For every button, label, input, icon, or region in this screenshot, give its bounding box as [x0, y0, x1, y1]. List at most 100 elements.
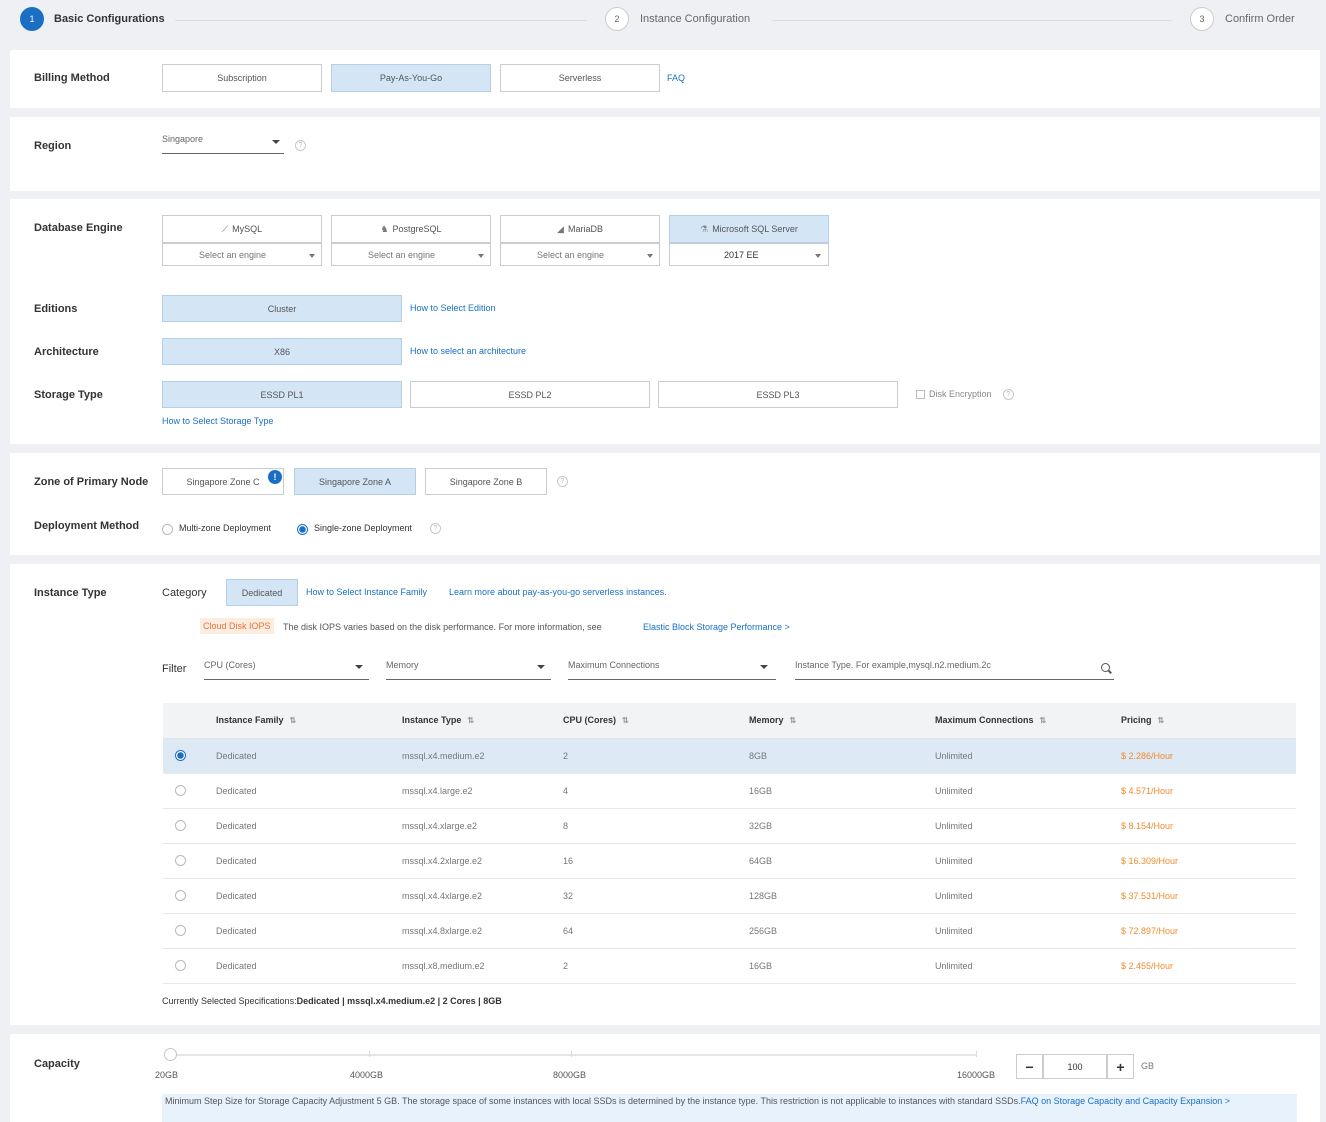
cell-connections: Unlimited — [935, 878, 1121, 914]
zone-c-button[interactable]: Singapore Zone C — [162, 468, 284, 495]
filter-icon[interactable]: ⇅ — [467, 716, 474, 725]
capacity-slider-handle[interactable] — [164, 1048, 177, 1061]
cell-cpu: 8 — [563, 808, 749, 844]
billing-payg-button[interactable]: Pay-As-You-Go — [331, 64, 491, 92]
disk-encryption-checkbox[interactable] — [916, 390, 925, 399]
mysql-icon: ⟋ — [221, 223, 229, 234]
storage-help-link[interactable]: How to Select Storage Type — [162, 416, 273, 426]
instance-family-help-link[interactable]: How to Select Instance Family — [306, 587, 427, 597]
capacity-increment-button[interactable]: + — [1107, 1054, 1134, 1079]
engine-mysql-card[interactable]: ⟋ MySQL — [162, 215, 322, 243]
architecture-help-link[interactable]: How to select an architecture — [410, 346, 526, 356]
engine-name: MySQL — [232, 224, 263, 234]
row-radio[interactable] — [175, 750, 186, 762]
help-icon[interactable]: ? — [557, 476, 568, 487]
filter-label: Filter — [162, 663, 187, 675]
sort-icon[interactable]: ⇅ — [1158, 716, 1165, 725]
cell-cpu: 2 — [563, 738, 749, 774]
zone-b-button[interactable]: Singapore Zone B — [425, 468, 547, 495]
editions-label: Editions — [34, 303, 78, 315]
column-header[interactable]: CPU (Cores) ⇅ — [563, 703, 749, 739]
filter-icon[interactable]: ⇅ — [290, 716, 297, 725]
column-header[interactable]: Memory ⇅ — [749, 703, 935, 739]
cell-memory: 32GB — [749, 808, 935, 844]
cell-family: Dedicated — [216, 843, 402, 879]
table-row[interactable]: Dedicated mssql.x4.medium.e2 2 8GB Unlim… — [163, 738, 1296, 774]
capacity-tick-label: 8000GB — [553, 1070, 587, 1080]
column-header[interactable]: Pricing ⇅ — [1121, 703, 1296, 739]
help-icon[interactable]: ? — [295, 140, 306, 151]
capacity-slider-track[interactable] — [170, 1054, 976, 1056]
engine-postgresql-version-select[interactable]: Select an engine — [331, 243, 491, 266]
engine-sqlserver-card[interactable]: ⚗ Microsoft SQL Server — [669, 215, 829, 243]
capacity-tick-label: 16000GB — [957, 1070, 996, 1080]
zone-a-button[interactable]: Singapore Zone A — [294, 468, 416, 495]
cell-price: $ 37.531/Hour — [1121, 878, 1296, 914]
column-header[interactable]: Instance Family ⇅ — [216, 703, 402, 739]
cell-price: $ 2.455/Hour — [1121, 948, 1296, 984]
table-row[interactable]: Dedicated mssql.x4.large.e2 4 16GB Unlim… — [163, 773, 1296, 809]
edition-cluster-button[interactable]: Cluster — [162, 295, 402, 322]
engine-postgresql-card[interactable]: ♞ PostgreSQL — [331, 215, 491, 243]
cell-family: Dedicated — [216, 948, 402, 984]
engine-mysql-version-select[interactable]: Select an engine — [162, 243, 322, 266]
help-icon[interactable]: ? — [1003, 389, 1014, 400]
step-2-label: Instance Configuration — [640, 13, 751, 25]
table-row[interactable]: Dedicated mssql.x4.xlarge.e2 8 32GB Unli… — [163, 808, 1296, 844]
region-select[interactable]: Singapore — [162, 134, 284, 154]
engine-sqlserver-version-select[interactable]: 2017 EE — [669, 243, 829, 266]
engine-mariadb-card[interactable]: ◢ MariaDB — [500, 215, 660, 243]
table-row[interactable]: Dedicated mssql.x4.8xlarge.e2 64 256GB U… — [163, 913, 1296, 949]
cpu-filter-value: CPU (Cores) — [204, 660, 256, 670]
sort-icon[interactable]: ⇅ — [1040, 716, 1047, 725]
capacity-faq-link[interactable]: FAQ on Storage Capacity and Capacity Exp… — [1021, 1096, 1230, 1106]
steps-bar: 1 Basic Configurations 2 Instance Config… — [0, 0, 1326, 40]
summary-value: Dedicated | mssql.x4.medium.e2 | 2 Cores… — [296, 996, 502, 1006]
table-row[interactable]: Dedicated mssql.x8.medium.e2 2 16GB Unli… — [163, 948, 1296, 984]
capacity-input[interactable]: 100 — [1043, 1054, 1107, 1079]
step-2-number: 2 — [605, 7, 629, 31]
cell-family: Dedicated — [216, 808, 402, 844]
step-divider — [175, 20, 587, 21]
table-row[interactable]: Dedicated mssql.x4.4xlarge.e2 32 128GB U… — [163, 878, 1296, 914]
capacity-tick-label: 20GB — [155, 1070, 179, 1080]
single-zone-radio[interactable] — [297, 524, 308, 535]
capacity-note-text: Minimum Step Size for Storage Capacity A… — [165, 1096, 1021, 1106]
capacity-note: Minimum Step Size for Storage Capacity A… — [162, 1094, 1297, 1122]
row-radio[interactable] — [175, 925, 186, 937]
storage-pl3-button[interactable]: ESSD PL3 — [658, 381, 898, 408]
serverless-learn-more-link[interactable]: Learn more about pay-as-you-go serverles… — [449, 587, 667, 597]
billing-subscription-button[interactable]: Subscription — [162, 64, 322, 92]
row-radio[interactable] — [175, 890, 186, 902]
table-row[interactable]: Dedicated mssql.x4.2xlarge.e2 16 64GB Un… — [163, 843, 1296, 879]
capacity-decrement-button[interactable]: − — [1016, 1054, 1043, 1079]
column-header[interactable]: Maximum Connections ⇅ — [935, 703, 1121, 739]
edition-help-link[interactable]: How to Select Edition — [410, 303, 496, 313]
connections-filter-select[interactable]: Maximum Connections — [568, 660, 776, 680]
storage-pl1-button[interactable]: ESSD PL1 — [162, 381, 402, 408]
multi-zone-radio[interactable] — [162, 524, 173, 535]
storage-label: Storage Type — [34, 389, 103, 401]
sort-icon[interactable]: ⇅ — [790, 716, 797, 725]
cpu-filter-select[interactable]: CPU (Cores) — [204, 660, 369, 680]
billing-serverless-button[interactable]: Serverless — [500, 64, 660, 92]
cell-cpu: 16 — [563, 843, 749, 879]
row-radio[interactable] — [175, 960, 186, 972]
sort-icon[interactable]: ⇅ — [622, 716, 629, 725]
iops-performance-link[interactable]: Elastic Block Storage Performance > — [643, 622, 790, 632]
row-radio[interactable] — [175, 855, 186, 867]
row-radio[interactable] — [175, 820, 186, 832]
memory-filter-select[interactable]: Memory — [386, 660, 551, 680]
cell-type: mssql.x4.medium.e2 — [402, 738, 563, 774]
help-icon[interactable]: ? — [430, 523, 441, 534]
disk-encryption-label: Disk Encryption — [929, 389, 992, 399]
instance-search-input[interactable]: Instance Type. For example,mysql.n2.medi… — [795, 660, 1114, 680]
selected-spec-summary: Currently Selected Specifications:Dedica… — [162, 996, 502, 1006]
row-radio[interactable] — [175, 785, 186, 797]
architecture-x86-button[interactable]: X86 — [162, 338, 402, 365]
column-header[interactable]: Instance Type ⇅ — [402, 703, 563, 739]
billing-faq-link[interactable]: FAQ — [667, 73, 685, 83]
storage-pl2-button[interactable]: ESSD PL2 — [410, 381, 650, 408]
engine-mariadb-version-select[interactable]: Select an engine — [500, 243, 660, 266]
category-dedicated-button[interactable]: Dedicated — [226, 579, 298, 606]
